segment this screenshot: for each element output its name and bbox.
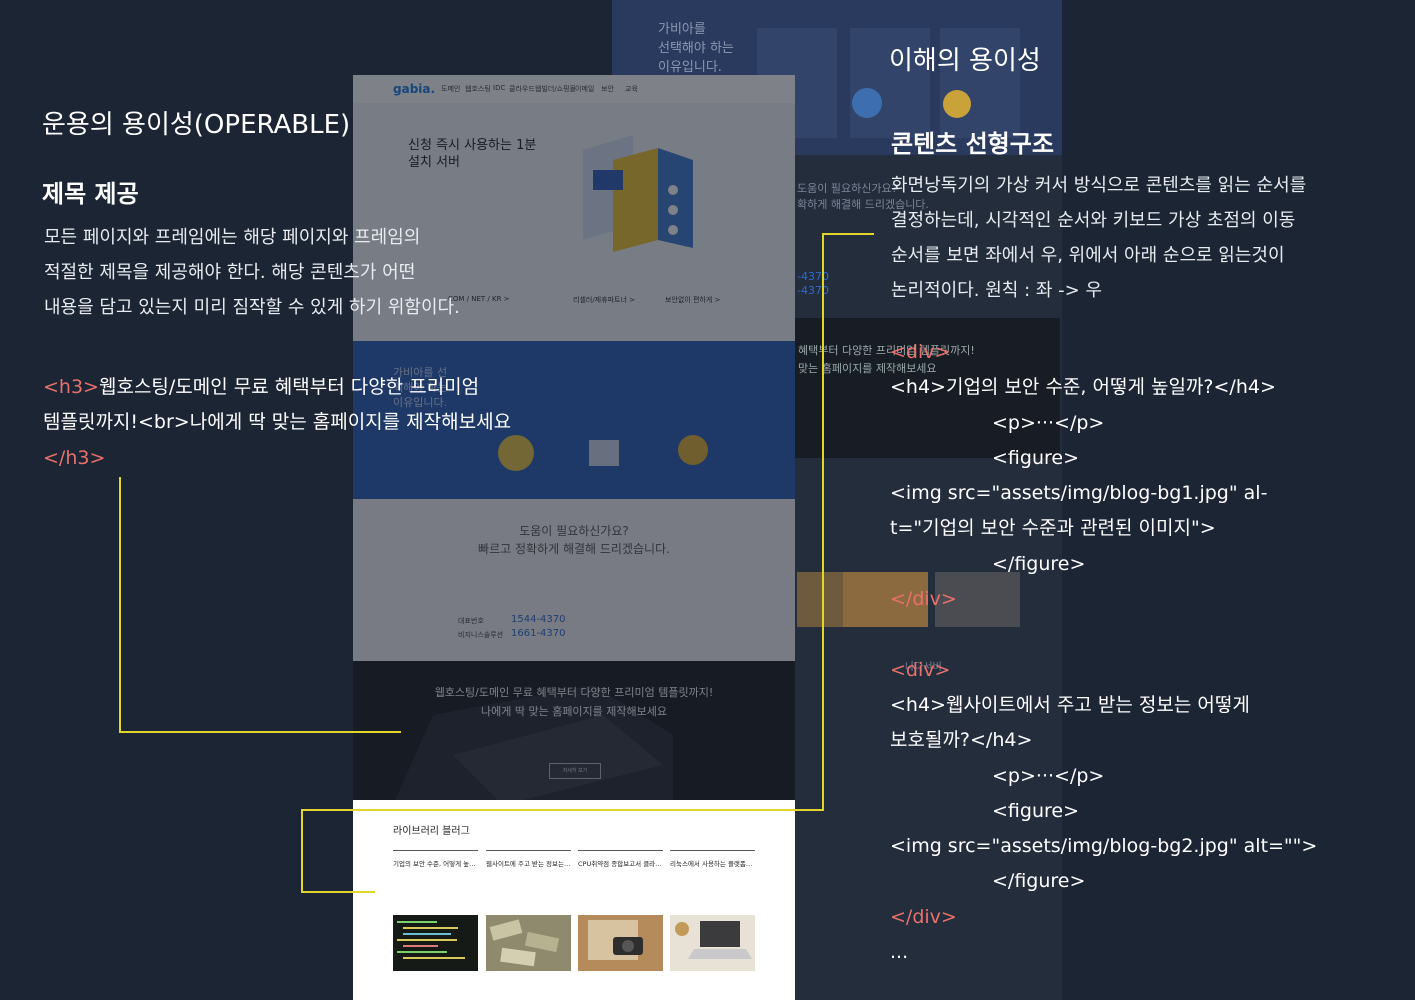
promo-detail-button[interactable]: 자세히 보기 [549,763,601,779]
code-line: <figure> [992,446,1079,469]
understandable-sub-title: 콘텐츠 선형구조 [891,130,1054,158]
library-card[interactable]: 리눅스에서 사용하는 플랫폼… [670,850,755,975]
card-title[interactable]: 리눅스에서 사용하는 플랫폼… [670,858,755,868]
card-title[interactable]: CPU취약점 종합보고서 클라… [578,858,663,868]
h3-code-sample: <h3>웹호스팅/도메인 무료 혜택부터 다양한 프리미엄 템플릿까지!<br>… [43,370,643,476]
operable-section-title: 운용의 용이성(OPERABLE) [42,110,351,140]
connector-line [822,233,874,235]
background-text: -4370 [797,284,829,297]
card-divider [486,850,571,851]
code-line: <figure> [992,799,1079,822]
phone-label: 대표번호 [458,617,484,625]
connector-line [119,477,121,733]
code-open-tag: <h3> [43,376,99,398]
description-line: 논리적이다. 원칙 : 좌 -> 우 [891,280,1103,301]
code-line: </div> [890,588,957,611]
code-line: </figure> [992,870,1086,893]
site-hero-link[interactable]: 보안없이 편하게 > [665,295,720,305]
code-line: </figure> [992,552,1086,575]
description-line: 내용을 담고 있는지 미리 짐작할 수 있게 하기 위함이다. [44,297,460,318]
code-line: 보호될까?</h4> [890,729,1033,752]
site-nav-item[interactable]: 웹빌더/쇼핑몰 [535,84,576,94]
library-card[interactable]: CPU취약점 종합보고서 클라… [578,850,663,975]
card-excerpt [486,875,571,903]
code-screen-thumbnail [393,915,478,971]
promo-heading-line: 나에게 딱 맞는 홈페이지를 제작해보세요 [480,705,668,718]
description-line: 결정하는데, 시각적인 순서와 키보드 가상 초점의 이동 [891,210,1296,231]
code-line: <p>···</p> [992,764,1105,787]
connector-line [301,891,375,893]
phone-number[interactable]: 1661-4370 [511,628,566,639]
card-excerpt [393,875,478,903]
code-line: <img src="assets/img/blog-bg1.jpg" al- [890,482,1268,505]
operable-description: 모든 페이지와 프레임에는 해당 페이지와 프레임의 적절한 제목을 제공해야 … [44,220,524,325]
camera-map-thumbnail [578,915,663,971]
site-nav-item[interactable]: 웹호스팅 [465,84,491,94]
background-page-title: 가비아를 선택해야 하는 이유입니다. [658,22,734,75]
laptop-desk-thumbnail [670,915,755,971]
site-nav-item[interactable]: IDC [493,84,505,92]
phone-label: 비지니스솔루션 [458,631,504,639]
site-help-title-line: 빠르고 정확하게 해결해 드리겠습니다. [478,542,670,556]
background-text: 도움이 필요하신가요? [797,182,898,195]
code-line: <h4>기업의 보안 수준, 어떻게 높일까?</h4> [890,376,1276,399]
code-close-tag: </h3> [43,446,106,469]
description-line: 적절한 제목을 제공해야 한다. 해당 콘텐츠가 어떤 [44,262,416,283]
background-badge-icon [943,90,971,118]
div-code-sample: <div> <h4>기업의 보안 수준, 어떻게 높일까?</h4> <p>···<… [890,335,1400,970]
understandable-section-title: 이해의 용이성 [889,46,1041,76]
site-help-title: 도움이 필요하신가요? 빠르고 정확하게 해결해 드리겠습니다. [353,522,795,558]
connector-line [119,731,401,733]
site-nav-item[interactable]: 클라우드 [509,84,535,94]
website-screenshot: gabia. 도메인 웹호스팅 IDC 클라우드 웹빌더/쇼핑몰 이메일 보안 … [353,75,795,1000]
code-line: <div> [890,341,951,363]
phone-number[interactable]: 1544-4370 [511,614,566,625]
code-text: 템플릿까지!<br>나에게 딱 맞는 홈페이지를 제작해보세요 [43,411,512,434]
site-nav-item[interactable]: 보안 [601,84,614,94]
understandable-description: 화면낭독기의 가상 커서 방식으로 콘텐츠를 읽는 순서를 결정하는데, 시각적… [891,168,1391,308]
code-line: </div> [890,905,957,928]
card-excerpt [578,875,663,903]
background-text: -4370 [797,270,829,283]
connector-line [301,809,303,893]
card-title[interactable]: 기업의 보안 수준, 어떻게 높… [393,858,478,868]
code-line: <h4>웹사이트에서 주고 받는 정보는 어떻게 [890,693,1250,716]
site-nav-item[interactable]: 도메인 [441,84,460,94]
code-line: ... [890,941,909,964]
card-title[interactable]: 웹사이트에 주고 받는 정보는… [486,858,571,868]
site-help-title-line: 도움이 필요하신가요? [519,524,629,538]
code-line: t="기업의 보안 수준과 관련된 이미지"> [890,517,1216,540]
site-nav-item[interactable]: 교육 [625,84,638,94]
connector-line [822,233,824,811]
site-nav-bar: gabia. 도메인 웹호스팅 IDC 클라우드 웹빌더/쇼핑몰 이메일 보안 … [353,75,795,104]
card-divider [670,850,755,851]
code-line: <p>···</p> [992,411,1105,434]
card-excerpt [670,875,755,903]
operable-sub-title: 제목 제공 [42,180,139,208]
card-divider [393,850,478,851]
code-text: 웹호스팅/도메인 무료 혜택부터 다양한 프리미엄 [98,376,480,398]
promo-heading: 웹호스팅/도메인 무료 혜택부터 다양한 프리미엄 템플릿까지! 나에게 딱 맞… [353,683,795,721]
money-pile-thumbnail [486,915,571,971]
code-line: <img src="assets/img/blog-bg2.jpg" alt="… [890,835,1318,858]
library-card[interactable]: 웹사이트에 주고 받는 정보는… [486,850,571,975]
site-nav-item[interactable]: 이메일 [575,84,594,94]
card-divider [578,850,663,851]
background-badge-icon [852,88,882,118]
library-title: 라이브러리 블러그 [393,826,470,837]
site-hero-title: 신청 즉시 사용하는 1분 설치 서버 [408,138,537,170]
site-hero-link[interactable]: 리셀러/제휴파트너 > [573,295,635,305]
description-line: 모든 페이지와 프레임에는 해당 페이지와 프레임의 [44,227,421,248]
library-card[interactable]: 기업의 보안 수준, 어떻게 높… [393,850,478,975]
shield-icon [678,435,708,465]
site-logo: gabia. [393,82,436,96]
connector-line [301,809,824,811]
server-illustration [583,135,693,252]
description-line: 순서를 보면 좌에서 우, 위에서 아래 순으로 읽는것이 [891,245,1285,266]
code-line: <div> [890,658,951,681]
description-line: 화면낭독기의 가상 커서 방식으로 콘텐츠를 읽는 순서를 [891,175,1307,196]
promo-heading-line: 웹호스팅/도메인 무료 혜택부터 다양한 프리미엄 템플릿까지! [434,686,714,699]
